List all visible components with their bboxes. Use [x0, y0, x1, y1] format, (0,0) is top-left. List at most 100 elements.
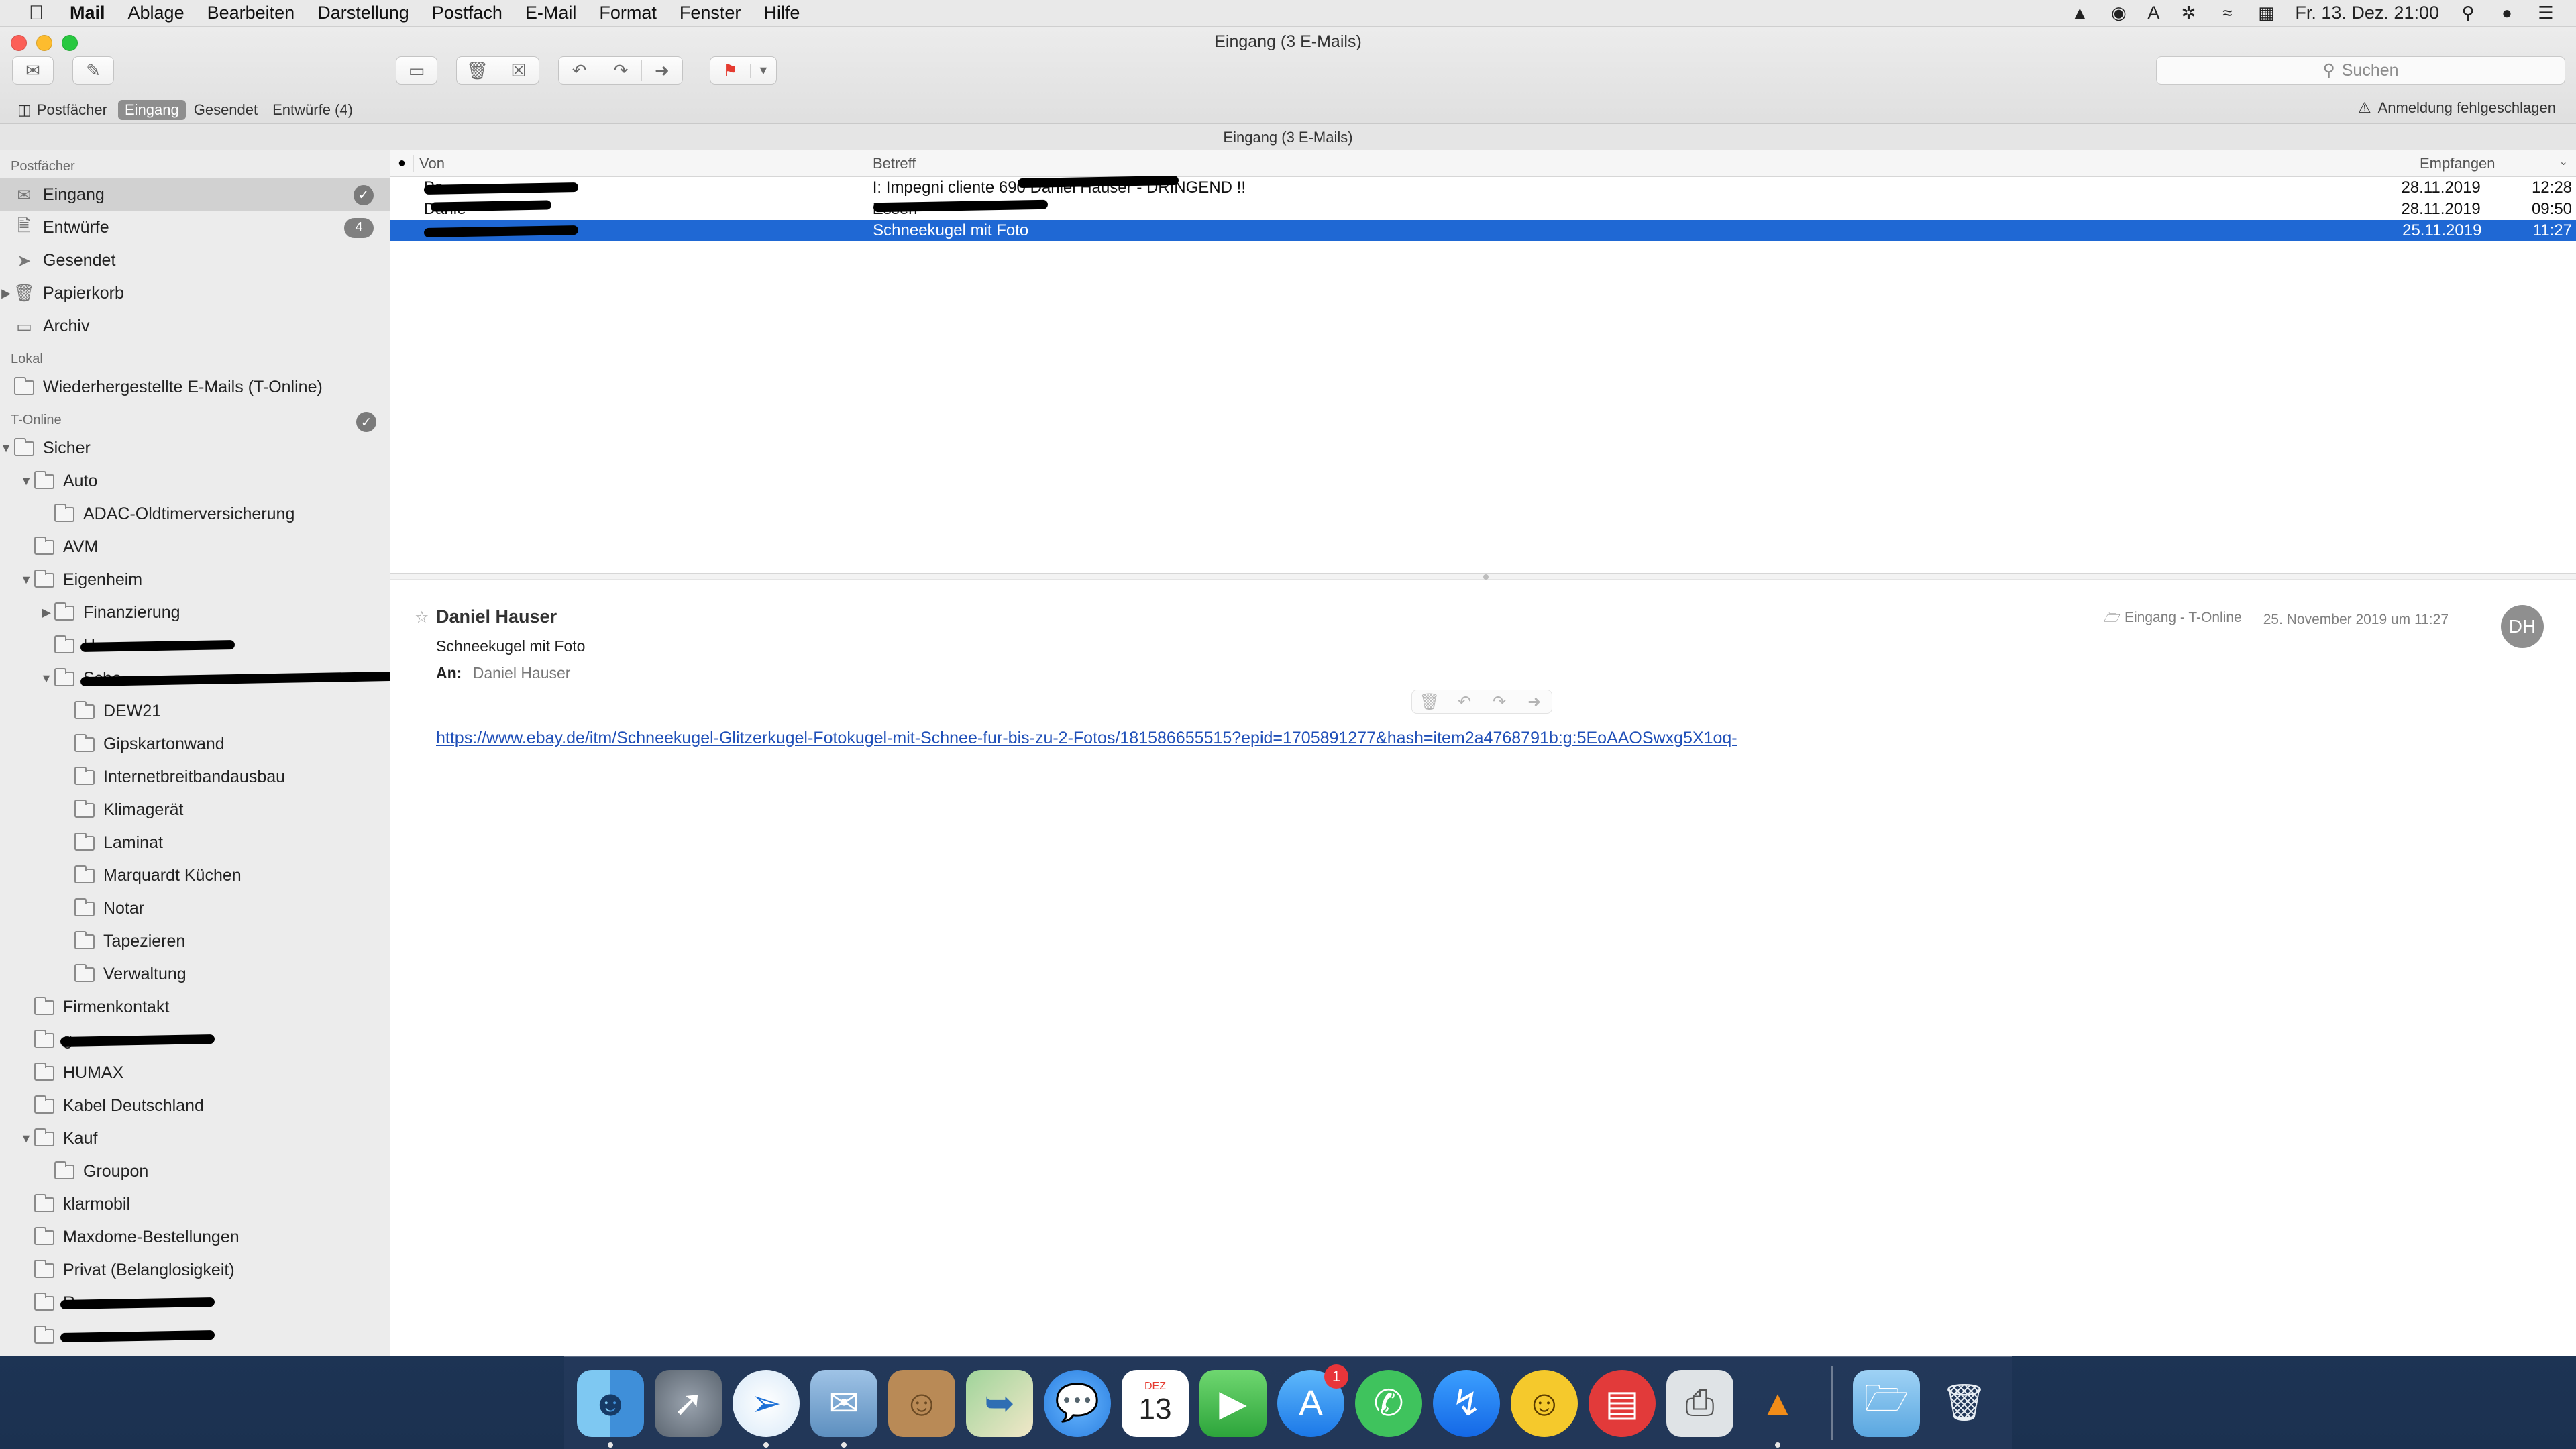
search-input[interactable]: ⚲ Suchen [2156, 56, 2565, 85]
printer-icon[interactable]: ⎙ [1666, 1369, 1733, 1437]
reply-icon[interactable]: ↶ [559, 60, 600, 81]
sidebar-folder-item[interactable]: Kabel Deutschland [0, 1089, 390, 1122]
sidebar-item-inbox[interactable]: ✉ Eingang ✓ [0, 178, 390, 211]
sidebar-folder-item[interactable]: ADAC-Oldtimerversicherung [0, 498, 390, 531]
wifi-icon[interactable]: ≈ [2217, 3, 2237, 23]
trash-icon[interactable]: 🗑 [457, 60, 498, 81]
input-source-indicator[interactable]: A [2147, 3, 2159, 23]
menu-email[interactable]: E-Mail [525, 3, 577, 23]
star-icon[interactable]: ☆ [415, 608, 429, 627]
sidebar-folder-item[interactable]: Gipskartonwand [0, 728, 390, 761]
sidebar-item-recovered[interactable]: Wiederhergestellte E-Mails (T-Online) [0, 371, 390, 404]
menu-ablage[interactable]: Ablage [128, 3, 184, 23]
sidebar-folder-item[interactable]: ▼ Auto [0, 465, 390, 498]
sidebar-folder-item[interactable]: Privat (Belanglosigkeit) [0, 1254, 390, 1287]
facetime-icon[interactable]: ▶ [1199, 1369, 1267, 1437]
sidebar-folder-item[interactable]: Verwaltung [0, 958, 390, 991]
compose-button[interactable]: ✎ [72, 56, 114, 85]
disclosure-triangle-icon[interactable]: ▶ [0, 286, 12, 301]
sidebar-folder-item[interactable] [0, 1320, 390, 1352]
sidebar-folder-item[interactable]: Groupon [0, 1155, 390, 1188]
user-status-icon[interactable]: ▲ [2070, 3, 2090, 23]
pane-splitter[interactable] [390, 573, 2576, 580]
menu-postfach[interactable]: Postfach [432, 3, 502, 23]
safari-icon[interactable]: ➢ [733, 1369, 800, 1448]
message-row[interactable]: Pa I: Impegni cliente 690 Daniel Hauser … [390, 175, 2576, 199]
disclosure-triangle-icon[interactable]: ▼ [20, 573, 32, 587]
mail-icon[interactable]: ✉ [810, 1369, 877, 1448]
sidebar-folder-item[interactable]: DEW21 [0, 695, 390, 728]
sidebar-folder-item[interactable]: H [0, 629, 390, 662]
siri-icon[interactable]: ● [2497, 3, 2517, 23]
sidebar-folder-item[interactable]: AVM [0, 531, 390, 564]
apple-menu-icon[interactable]:  [24, 2, 48, 25]
menu-hilfe[interactable]: Hilfe [763, 3, 800, 23]
sidebar-folder-item[interactable]: klarmobil [0, 1188, 390, 1221]
favorite-drafts[interactable]: Entwürfe (4) [266, 100, 360, 120]
favorite-sent[interactable]: Gesendet [187, 100, 264, 120]
message-row[interactable]: Danie Essen 28.11.2019 09:50 [390, 199, 2576, 220]
message-body-link[interactable]: https://www.ebay.de/itm/Schneekugel-Glit… [436, 729, 1737, 748]
sidebar-item-drafts[interactable]: 🗎 Entwürfe 4 [0, 211, 390, 244]
messages-icon[interactable]: 💬 [1044, 1369, 1111, 1437]
sidebar-folder-item[interactable]: ▼ Kauf [0, 1122, 390, 1155]
emoji-app-icon[interactable]: ☺ [1511, 1369, 1578, 1437]
menu-fenster[interactable]: Fenster [680, 3, 741, 23]
sidebar-item-archive[interactable]: ▭ Archiv [0, 310, 390, 343]
folder-icon[interactable]: 🗁 [1853, 1369, 1920, 1437]
favorite-mailboxes[interactable]: ◫ Postfächer [11, 100, 114, 120]
finder-icon[interactable]: ☻ [577, 1369, 644, 1448]
sidebar-folder-item[interactable]: Tapezieren [0, 925, 390, 958]
menu-format[interactable]: Format [599, 3, 657, 23]
disclosure-triangle-icon[interactable]: ▼ [40, 672, 52, 686]
unread-column-header[interactable]: ● [390, 156, 413, 171]
spotlight-search-icon[interactable]: ⚲ [2458, 3, 2478, 23]
notification-center-icon[interactable]: ☰ [2536, 3, 2556, 23]
sidebar-item-sent[interactable]: ➤ Gesendet [0, 244, 390, 277]
sidebar-folder-item[interactable]: ▼ Sicher [0, 432, 390, 465]
sidebar-folder-item[interactable]: HUMAX [0, 1057, 390, 1089]
maps-icon[interactable]: ➥ [966, 1369, 1033, 1437]
sidebar-item-trash[interactable]: ▶ 🗑 Papierkorb [0, 277, 390, 310]
column-header-received[interactable]: Empfangen ⌄ [2414, 154, 2576, 172]
flag-button[interactable]: ⚑ ▼ [710, 56, 777, 85]
menu-darstellung[interactable]: Darstellung [317, 3, 409, 23]
sidebar-folder-item[interactable]: ▶ Finanzierung [0, 596, 390, 629]
menubar-clock[interactable]: Fr. 13. Dez. 21:00 [2295, 3, 2439, 23]
favorite-inbox[interactable]: Eingang [117, 100, 186, 120]
login-warning[interactable]: ⚠ Anmeldung fehlgeschlagen [2358, 99, 2556, 117]
calendar-icon[interactable]: DEZ 13 [1122, 1369, 1189, 1437]
app-store-icon[interactable]: A1 [1277, 1364, 1348, 1437]
sidebar-folder-item[interactable]: ▼ Eigenheim [0, 564, 390, 596]
sync-status-icon[interactable]: ◉ [2108, 3, 2129, 23]
sidebar-folder-item[interactable]: g [0, 1024, 390, 1057]
menu-bearbeiten[interactable]: Bearbeiten [207, 3, 295, 23]
sidebar-folder-item[interactable]: ▼Scho [0, 662, 390, 695]
disclosure-triangle-icon[interactable]: ▼ [20, 1132, 32, 1146]
sidebar-folder-item[interactable]: Firmenkontakt [0, 991, 390, 1024]
sidebar-folder-item[interactable]: Marquardt Küchen [0, 859, 390, 892]
launchpad-icon[interactable]: ➚ [655, 1369, 722, 1437]
disclosure-triangle-icon[interactable]: ▼ [0, 441, 12, 455]
vlc-icon[interactable]: ▲ [1744, 1370, 1811, 1448]
sidebar-folder-item[interactable]: R [0, 1287, 390, 1320]
archive-button[interactable]: ▭ [396, 56, 437, 85]
sidebar-folder-item[interactable]: Klimagerät [0, 794, 390, 826]
whatsapp-icon[interactable]: ✆ [1355, 1369, 1422, 1437]
contacts-icon[interactable]: ☺ [888, 1369, 955, 1437]
column-header-subject[interactable]: Betreff [867, 154, 2414, 172]
disclosure-triangle-icon[interactable]: ▶ [40, 606, 52, 620]
sidebar-folder-item[interactable]: Laminat [0, 826, 390, 859]
menu-app-mail[interactable]: Mail [70, 3, 105, 23]
radio-icon[interactable]: ▤ [1589, 1369, 1656, 1437]
trash-icon[interactable]: 🗑 [1931, 1370, 1998, 1437]
junk-icon[interactable]: ☒ [497, 60, 539, 81]
sidebar-folder-item[interactable]: Internetbreitbandausbau [0, 761, 390, 794]
message-row-selected[interactable]: Schneekugel mit Foto 25.11.2019 11:27 [390, 220, 2576, 241]
column-header-from[interactable]: Von [413, 154, 867, 172]
bluetooth-icon[interactable]: ✲ [2178, 3, 2198, 23]
sidebar-folder-item[interactable]: Maxdome-Bestellungen [0, 1221, 390, 1254]
get-mail-button[interactable]: ✉ [12, 56, 54, 85]
messenger-icon[interactable]: ↯ [1433, 1369, 1500, 1437]
sidebar-folder-item[interactable]: Notar [0, 892, 390, 925]
